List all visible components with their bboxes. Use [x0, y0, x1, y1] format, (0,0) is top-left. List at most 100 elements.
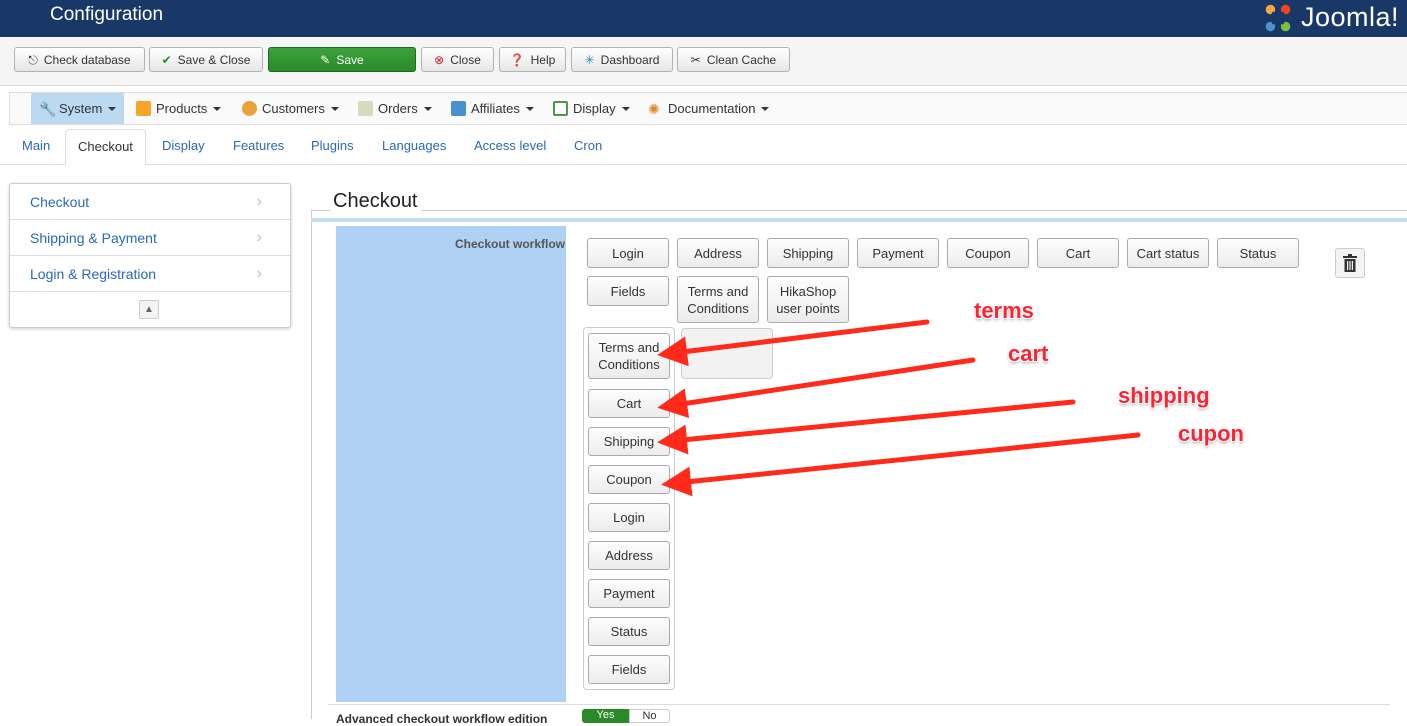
collapse-up-icon[interactable]: ▲: [139, 300, 159, 319]
clean-cache-label: Clean Cache: [706, 52, 777, 67]
available-step-user-points[interactable]: HikaShop user points: [767, 276, 849, 323]
chevron-down-icon: [621, 106, 630, 111]
save-button[interactable]: ✎ Save: [268, 47, 416, 72]
workflow-step-login[interactable]: Login: [588, 503, 670, 532]
tab-languages[interactable]: Languages: [370, 129, 458, 165]
menu-display-label: Display: [573, 101, 616, 116]
row-divider: [328, 704, 1390, 705]
tab-plugins[interactable]: Plugins: [299, 129, 366, 165]
menu-customers-label: Customers: [262, 101, 325, 116]
menu-documentation-label: Documentation: [668, 101, 756, 116]
joomla-logo-text: Joomla!: [1300, 2, 1399, 32]
menu-affiliates[interactable]: Affiliates: [443, 93, 542, 124]
available-step-login[interactable]: Login: [587, 238, 669, 268]
edit-icon: ✎: [320, 52, 331, 67]
workflow-step-status[interactable]: Status: [588, 617, 670, 646]
display-icon: [553, 101, 568, 116]
available-step-shipping[interactable]: Shipping: [767, 238, 849, 268]
label-column: [336, 226, 566, 702]
section-nav-checkout[interactable]: Checkout ›: [10, 184, 290, 220]
chevron-right-icon: ›: [256, 229, 262, 246]
workflow-step-shipping[interactable]: Shipping: [588, 427, 670, 456]
check-database-button[interactable]: ⎋ Check database: [14, 47, 145, 72]
advanced-workflow-toggle[interactable]: Yes No: [582, 709, 670, 723]
dashboard-icon: ✳: [584, 52, 595, 67]
workflow-step-coupon[interactable]: Coupon: [588, 465, 670, 494]
chevron-down-icon: [330, 106, 339, 111]
header-bar: Configuration Joomla!: [0, 0, 1407, 37]
menu-system[interactable]: 🔧 System: [31, 93, 125, 124]
tab-cron[interactable]: Cron: [562, 129, 614, 165]
orders-icon: [358, 101, 373, 116]
menu-products[interactable]: Products: [128, 93, 229, 124]
annotation-cupon: cupon: [1178, 421, 1244, 446]
available-step-coupon[interactable]: Coupon: [947, 238, 1029, 268]
tab-display[interactable]: Display: [150, 129, 217, 165]
lifebuoy-icon: ✺: [648, 101, 660, 117]
joomla-logo: Joomla!: [1261, 0, 1399, 35]
clean-cache-button[interactable]: ✂ Clean Cache: [677, 47, 790, 72]
toggle-yes[interactable]: Yes: [582, 709, 629, 723]
available-step-address[interactable]: Address: [677, 238, 759, 268]
chevron-down-icon: [108, 106, 117, 111]
available-step-terms[interactable]: Terms and Conditions: [677, 276, 759, 323]
menu-customers[interactable]: Customers: [234, 93, 347, 124]
tab-main[interactable]: Main: [10, 129, 62, 165]
section-nav-login-registration[interactable]: Login & Registration ›: [10, 256, 290, 292]
database-icon: ⎋: [28, 52, 38, 67]
workflow-step-terms[interactable]: Terms and Conditions: [588, 333, 670, 379]
available-step-cart-status[interactable]: Cart status: [1127, 238, 1209, 268]
chevron-right-icon: ›: [256, 265, 262, 282]
annotation-cart: cart: [1008, 341, 1049, 366]
menu-display[interactable]: Display: [545, 93, 638, 124]
workflow-step-fields[interactable]: Fields: [588, 655, 670, 684]
menu-products-label: Products: [156, 101, 208, 116]
help-button[interactable]: ❓ Help: [499, 47, 566, 72]
save-label: Save: [336, 52, 364, 67]
close-circle-icon: ⊗: [434, 52, 445, 67]
workflow-drop-zone[interactable]: [681, 328, 773, 379]
tab-access-level[interactable]: Access level: [462, 129, 558, 165]
box-icon: [136, 101, 151, 116]
menu-affiliates-label: Affiliates: [471, 101, 520, 116]
available-step-payment[interactable]: Payment: [857, 238, 939, 268]
check-icon: ✔: [161, 52, 172, 67]
available-step-status[interactable]: Status: [1217, 238, 1299, 268]
available-step-fields[interactable]: Fields: [587, 276, 669, 306]
joomla-logo-icon: [1265, 4, 1291, 31]
save-close-label: Save & Close: [177, 52, 251, 67]
menu-orders-label: Orders: [378, 101, 418, 116]
workflow-step-payment[interactable]: Payment: [588, 579, 670, 608]
section-nav-shipping-payment[interactable]: Shipping & Payment ›: [10, 220, 290, 256]
toggle-no[interactable]: No: [629, 709, 670, 723]
section-nav-label: Checkout: [30, 194, 90, 210]
close-label: Close: [450, 52, 481, 67]
chevron-down-icon: [213, 106, 222, 111]
menu-orders[interactable]: Orders: [350, 93, 440, 124]
question-icon: ❓: [509, 52, 525, 67]
broom-icon: ✂: [690, 52, 701, 67]
chevron-right-icon: ›: [256, 193, 262, 210]
dashboard-label: Dashboard: [600, 52, 660, 67]
advanced-workflow-label: Advanced checkout workflow edition: [336, 712, 548, 726]
menu-documentation[interactable]: ✺ Documentation: [640, 93, 777, 124]
wrench-icon: 🔧: [39, 101, 57, 117]
workflow-step-address[interactable]: Address: [588, 541, 670, 570]
chevron-down-icon: [525, 106, 534, 111]
check-database-label: Check database: [43, 52, 131, 67]
close-button[interactable]: ⊗ Close: [421, 47, 494, 72]
workflow-step-cart[interactable]: Cart: [588, 389, 670, 418]
users-icon: [242, 101, 257, 116]
section-nav: Checkout › Shipping & Payment › Login & …: [9, 183, 291, 328]
save-close-button[interactable]: ✔ Save & Close: [149, 47, 263, 72]
main-menu: 🔧 System Products Customers Orders Affil…: [9, 92, 1407, 125]
tab-features[interactable]: Features: [221, 129, 296, 165]
trash-button[interactable]: [1335, 248, 1365, 278]
tab-checkout[interactable]: Checkout: [65, 129, 146, 165]
checkout-workflow-label: Checkout workflow: [454, 237, 565, 251]
section-nav-label: Login & Registration: [30, 266, 157, 282]
help-label: Help: [530, 52, 556, 67]
available-step-cart[interactable]: Cart: [1037, 238, 1119, 268]
section-legend: Checkout: [330, 190, 421, 213]
dashboard-button[interactable]: ✳ Dashboard: [571, 47, 673, 72]
